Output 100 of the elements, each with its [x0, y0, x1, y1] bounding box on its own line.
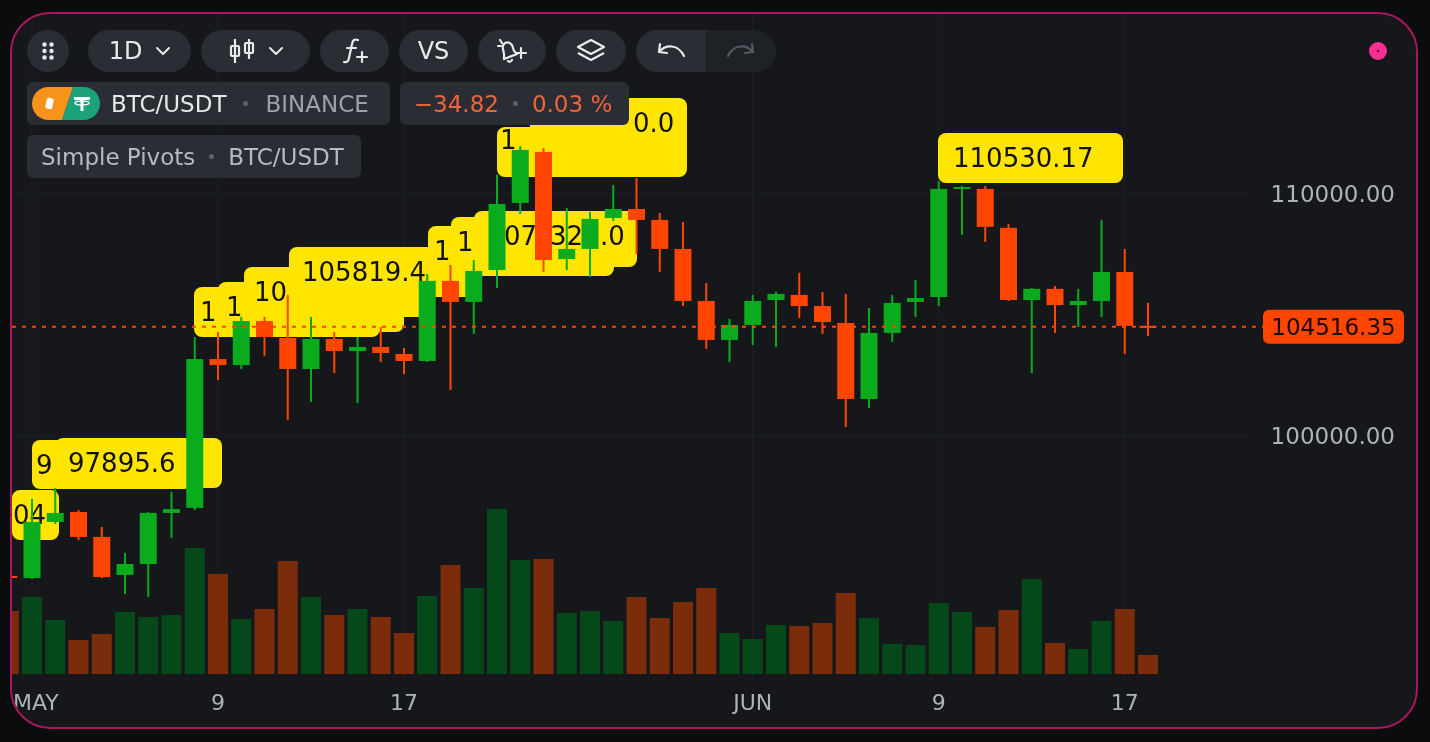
volume-bar	[231, 619, 252, 674]
volume-bar	[161, 615, 182, 674]
volume-bar	[673, 602, 693, 674]
chevron-down-icon	[268, 47, 283, 55]
candlestick-icon	[228, 38, 255, 64]
pivot-label: 110530.17	[938, 133, 1123, 183]
candle	[395, 347, 413, 375]
date-axis-label: MAY	[13, 690, 59, 715]
candle	[883, 294, 901, 342]
candle	[790, 272, 808, 318]
undo-icon	[656, 42, 686, 60]
pivot-label: 97895.6	[55, 438, 222, 488]
grip-icon	[42, 42, 54, 60]
date-axis-label: 17	[390, 690, 418, 715]
candle	[1046, 285, 1064, 333]
drag-handle-button[interactable]	[27, 30, 69, 72]
candle	[976, 186, 994, 242]
function-plus-icon	[341, 37, 368, 65]
volume-bar	[68, 640, 89, 674]
volume-bar	[975, 627, 996, 674]
indicator-legend[interactable]: Simple Pivots BTC/USDT	[27, 135, 361, 178]
volume-bar	[812, 623, 833, 674]
indicators-button[interactable]	[320, 30, 389, 72]
status-dot-icon	[1369, 42, 1387, 60]
volume-bar	[370, 617, 391, 674]
candle	[372, 327, 390, 362]
volume-bar	[580, 611, 600, 674]
date-axis-label: JUN	[733, 690, 773, 715]
candle	[46, 488, 64, 525]
price-change-value: −34.82	[413, 90, 499, 117]
volume-bar	[12, 611, 19, 674]
candle	[721, 318, 738, 362]
volume-bar	[115, 612, 135, 674]
volume-bar	[324, 615, 345, 674]
volume-bar	[905, 645, 926, 674]
chart-type-button[interactable]	[201, 30, 310, 72]
candle	[767, 292, 785, 347]
volume-bar	[254, 609, 275, 674]
volume-bar	[347, 609, 368, 674]
volume-bar	[1091, 621, 1112, 674]
volume-bar	[952, 612, 972, 674]
volume-bar	[742, 639, 763, 674]
volume-bar	[649, 618, 670, 674]
candle	[70, 510, 87, 541]
candle	[116, 552, 134, 595]
candle	[325, 331, 343, 374]
exchange-name: BINANCE	[265, 90, 369, 117]
volume-bar	[719, 633, 740, 674]
alert-button[interactable]	[478, 30, 546, 72]
undo-button[interactable]	[636, 30, 706, 72]
candle	[697, 283, 715, 349]
last-price-tag: 104516.35	[1263, 309, 1404, 344]
candle	[1069, 288, 1087, 327]
symbol-name: BTC/USDT	[111, 90, 227, 117]
interval-button[interactable]: 1D	[88, 30, 191, 72]
volume-bar	[138, 617, 159, 674]
candle	[1139, 302, 1157, 337]
candle	[209, 331, 227, 381]
volume-bar	[766, 625, 786, 674]
volume-bar	[556, 613, 577, 674]
symbol-legend[interactable]: BTC/USDT BINANCE	[27, 82, 390, 125]
layers-button[interactable]	[556, 30, 626, 72]
candle	[93, 527, 111, 579]
volume-bar	[859, 618, 879, 674]
volume-bar	[998, 610, 1019, 674]
indicator-source: BTC/USDT	[228, 143, 344, 170]
bell-plus-icon	[496, 37, 528, 65]
volume-bar	[882, 644, 903, 674]
volume-bar	[789, 626, 810, 674]
candle	[163, 491, 180, 538]
redo-icon	[726, 42, 756, 60]
candle	[814, 292, 831, 334]
candle	[256, 316, 273, 356]
volume-bar	[45, 620, 66, 674]
coin-pair-icon	[32, 87, 100, 120]
candle	[581, 211, 599, 277]
volume-bar	[603, 621, 624, 674]
chevron-down-icon	[156, 47, 171, 55]
candle	[744, 294, 762, 345]
volume-bar	[394, 633, 414, 674]
candle	[651, 212, 669, 272]
candle	[349, 337, 366, 404]
volume-bar	[1138, 655, 1158, 674]
candle	[232, 316, 250, 369]
candle	[953, 186, 971, 235]
price-axis-label: 100000.00	[1270, 423, 1395, 449]
compare-button[interactable]: VS	[399, 30, 468, 72]
volume-bar	[1045, 643, 1065, 674]
volume-bar	[1068, 649, 1089, 674]
candle	[907, 279, 924, 317]
layers-icon	[576, 38, 606, 64]
volume-bar	[91, 634, 112, 674]
price-axis-label: 110000.00	[1270, 181, 1395, 207]
candle	[604, 185, 622, 222]
volume-bar	[1114, 609, 1135, 674]
volume-bar	[928, 603, 949, 674]
date-axis-label: 9	[211, 690, 225, 715]
date-axis-label: 17	[1110, 690, 1139, 715]
indicator-name: Simple Pivots	[41, 143, 196, 170]
candle	[12, 575, 18, 579]
